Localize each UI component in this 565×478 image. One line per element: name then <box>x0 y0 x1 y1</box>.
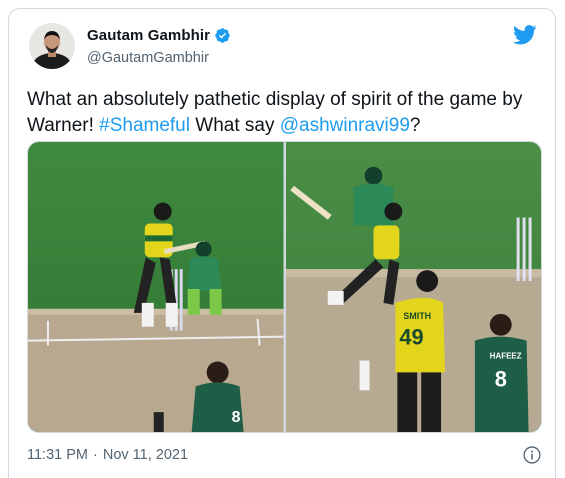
hashtag-link[interactable]: #Shameful <box>99 115 190 136</box>
avatar[interactable] <box>29 23 75 69</box>
tweet-time[interactable]: 11:31 PM <box>27 447 88 463</box>
tweet-text-part: What say <box>189 115 280 136</box>
jersey-name-hafeez: HAFEEZ <box>489 352 521 361</box>
jersey-number-hafeez: 8 <box>494 366 506 391</box>
twitter-bird-icon[interactable] <box>513 25 537 45</box>
tweet-text-part: ? <box>409 115 421 136</box>
jersey-number-smith: 49 <box>399 325 423 350</box>
tweet-media[interactable]: 8 SMITH 49 HAFEEZ 8 <box>27 141 542 433</box>
tweet-meta-row: 11:31 PM · Nov 11, 2021 <box>27 445 542 465</box>
verified-badge-icon <box>215 28 230 43</box>
jersey-name-smith: SMITH <box>403 311 431 321</box>
cricket-photo-left[interactable]: 8 <box>28 142 284 432</box>
tweet-date[interactable]: Nov 11, 2021 <box>103 447 188 463</box>
separator-dot: · <box>93 447 98 463</box>
author-name-row: Gautam Gambhir <box>87 27 231 44</box>
tweet-text: What an absolutely pathetic display of s… <box>27 87 542 139</box>
jersey-number-left: 8 <box>232 409 241 426</box>
tweet-card: Gautam Gambhir @GautamGambhir What an ab… <box>8 8 556 478</box>
display-name[interactable]: Gautam Gambhir <box>87 27 210 44</box>
info-icon[interactable] <box>522 445 542 465</box>
timestamp[interactable]: 11:31 PM · Nov 11, 2021 <box>27 447 188 463</box>
cricket-photo-right[interactable]: SMITH 49 HAFEEZ 8 <box>285 142 542 432</box>
user-handle[interactable]: @GautamGambhir <box>87 50 209 66</box>
mention-link[interactable]: @ashwinravi99 <box>280 115 410 136</box>
